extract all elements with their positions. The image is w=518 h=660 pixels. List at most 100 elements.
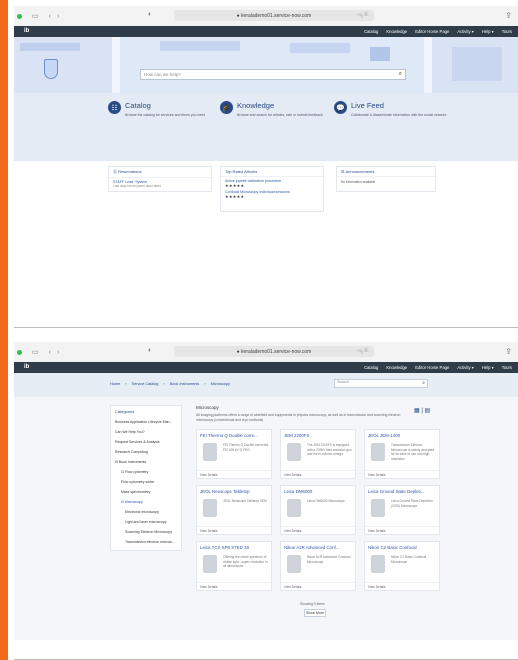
category-item[interactable]: ⊡ Flow cytometry bbox=[111, 467, 181, 477]
catalog-title[interactable]: Catalog bbox=[125, 101, 151, 110]
product-title[interactable]: Nikon A1R Advanced Conf... bbox=[281, 542, 355, 550]
privacy-icon[interactable]: ◐ bbox=[148, 347, 152, 354]
product-description: Transmission Electron Microscope is wide… bbox=[391, 443, 435, 461]
forward-icon[interactable]: › bbox=[57, 13, 59, 20]
catalog-search-input[interactable]: Search ⌕ bbox=[334, 379, 428, 388]
category-item[interactable]: Request Services & Analysis bbox=[111, 437, 181, 447]
search-icon[interactable]: ⌕ bbox=[399, 71, 402, 78]
category-item[interactable]: Research Computing bbox=[111, 447, 181, 457]
product-card[interactable]: Leica TCS SP8 STED 3X Offering the whole… bbox=[196, 541, 272, 591]
show-more-button[interactable]: Show More bbox=[304, 609, 326, 617]
product-image bbox=[371, 499, 385, 517]
breadcrumb-separator: › bbox=[125, 382, 127, 386]
category-item[interactable]: Transmission electron microsc... bbox=[111, 537, 181, 547]
product-card[interactable]: FEI Thermo Q Double corre... FEI Thermo … bbox=[196, 429, 272, 479]
product-card[interactable]: Nikon A1R Advanced Conf... Nikon A1R Adv… bbox=[280, 541, 356, 591]
nav-knowledge[interactable]: Knowledge bbox=[386, 365, 407, 370]
breadcrumb-microscopy[interactable]: Microscopy bbox=[211, 382, 230, 386]
nav-help[interactable]: Help ▾ bbox=[482, 29, 494, 34]
category-item[interactable]: Light and laser microscopy bbox=[111, 517, 181, 527]
url-text: ● keralademo01.service-now.com bbox=[236, 12, 312, 19]
sidebar-toggle-icon[interactable]: ▭ bbox=[32, 349, 39, 356]
nav-activity[interactable]: Activity ▾ bbox=[457, 29, 474, 34]
nav-editor-home[interactable]: Editor Home Page bbox=[415, 29, 449, 34]
search-icon[interactable]: ⌕ bbox=[422, 380, 425, 386]
nav-tours[interactable]: Tours bbox=[502, 29, 512, 34]
window-close-dot[interactable] bbox=[17, 349, 22, 355]
category-item[interactable]: Electronic microscopy bbox=[111, 507, 181, 517]
category-item[interactable]: Can We Help You? bbox=[111, 427, 181, 437]
flask-illustration bbox=[44, 59, 58, 79]
nav-knowledge[interactable]: Knowledge bbox=[386, 29, 407, 34]
nav-editor-home[interactable]: Editor Home Page bbox=[415, 365, 449, 370]
breadcrumb-home[interactable]: Home bbox=[110, 382, 120, 386]
product-title[interactable]: Leica Ground State Depleti... bbox=[365, 486, 439, 494]
product-title[interactable]: Nikon C2 Basic Confocal bbox=[365, 542, 439, 550]
screenshot-divider bbox=[14, 327, 518, 328]
view-details-link[interactable]: View Details bbox=[197, 470, 271, 478]
product-card[interactable]: JEOL Neoscope Tabletop JEOL Neoscope Tab… bbox=[196, 485, 272, 535]
breadcrumb-service-catalog[interactable]: Service Catalog bbox=[132, 382, 159, 386]
hero-illustration-left bbox=[14, 37, 112, 93]
portal-logo[interactable]: ib bbox=[24, 28, 29, 34]
product-card[interactable]: Leica Ground State Depleti... Leica Grou… bbox=[364, 485, 440, 535]
category-item[interactable]: ⊟ Book Instruments bbox=[111, 457, 181, 467]
view-details-link[interactable]: View Details bbox=[365, 470, 439, 478]
forward-icon[interactable]: › bbox=[57, 349, 59, 356]
share-icon[interactable]: ⇪ bbox=[505, 347, 512, 356]
product-description: Leica Ground State Depletion (GSD) Micro… bbox=[391, 499, 433, 508]
product-card[interactable]: Leica DM6000 Leica DM6000 Microscope Vie… bbox=[280, 485, 356, 535]
knowledge-icon: 🎓 bbox=[220, 101, 233, 114]
nav-help[interactable]: Help ▾ bbox=[482, 365, 494, 370]
product-description: Nikon A1R Advanced Confocal Microscope bbox=[307, 555, 351, 564]
nav-activity[interactable]: Activity ▾ bbox=[457, 365, 474, 370]
privacy-icon[interactable]: ◐ bbox=[148, 11, 152, 18]
view-toggle-icon[interactable]: ▦ | ▤ bbox=[414, 407, 430, 414]
view-details-link[interactable]: View Details bbox=[197, 526, 271, 534]
product-title[interactable]: JEOL Neoscope Tabletop bbox=[197, 486, 271, 494]
share-icon[interactable]: ⇪ bbox=[505, 11, 512, 20]
view-details-link[interactable]: View Details bbox=[365, 582, 439, 590]
knowledge-desc: Browse and search for articles, rate or … bbox=[237, 113, 323, 117]
nav-catalog[interactable]: Catalog bbox=[364, 29, 378, 34]
sidebar-toggle-icon[interactable]: ▭ bbox=[32, 13, 39, 20]
product-card[interactable]: Nikon C2 Basic Confocal Nikon C2 Basic C… bbox=[364, 541, 440, 591]
breadcrumb-book-instruments[interactable]: Book Instruments bbox=[170, 382, 200, 386]
back-icon[interactable]: ‹ bbox=[49, 13, 51, 20]
product-title[interactable]: Leica DM6000 bbox=[281, 486, 355, 494]
portal-home-screenshot: ▭ ‹ › ◐ ● keralademo01.service-now.com ৩… bbox=[14, 6, 518, 328]
view-details-link[interactable]: View Details bbox=[281, 470, 355, 478]
hero-illustration-right bbox=[432, 37, 518, 93]
product-card[interactable]: JEM 2200FS The JEM 2200FS is equipped wi… bbox=[280, 429, 356, 479]
view-details-link[interactable]: View Details bbox=[281, 526, 355, 534]
url-bar[interactable]: ● keralademo01.service-now.com ৩ৡ © bbox=[174, 10, 374, 21]
product-title[interactable]: FEI Thermo Q Double corre... bbox=[197, 430, 271, 438]
url-bar[interactable]: ● keralademo01.service-now.com ৩ৡ © bbox=[174, 346, 374, 357]
window-close-dot[interactable] bbox=[17, 13, 22, 19]
left-accent-strip bbox=[0, 0, 8, 660]
knowledge-title[interactable]: Knowledge bbox=[237, 101, 274, 110]
product-card[interactable]: JEOL JEM-1400 Transmission Electron Micr… bbox=[364, 429, 440, 479]
category-item[interactable]: Mass spectrometry bbox=[111, 487, 181, 497]
hero-banner: How can we help? ⌕ bbox=[14, 37, 518, 93]
reservations-widget: Ⓢ Reservations STAFF Lead: System Last d… bbox=[108, 166, 212, 192]
category-item-active[interactable]: ⊟ Microscopy bbox=[111, 497, 181, 507]
category-item[interactable]: Scanning Electron Microscopy bbox=[111, 527, 181, 537]
product-title[interactable]: JEM 2200FS bbox=[281, 430, 355, 438]
announcements-widget: ☰ Announcements No information available bbox=[336, 166, 436, 192]
nav-catalog[interactable]: Catalog bbox=[364, 365, 378, 370]
nav-tours[interactable]: Tours bbox=[502, 365, 512, 370]
product-title[interactable]: JEOL JEM-1400 bbox=[365, 430, 439, 438]
view-details-link[interactable]: View Details bbox=[197, 582, 271, 590]
view-details-link[interactable]: View Details bbox=[365, 526, 439, 534]
live-feed-title[interactable]: Live Feed bbox=[351, 101, 384, 110]
category-item[interactable]: Flow cytometry sorter bbox=[111, 477, 181, 487]
live-feed-icon: 💬 bbox=[334, 101, 347, 114]
product-title[interactable]: Leica TCS SP8 STED 3X bbox=[197, 542, 271, 550]
category-item[interactable]: Business Application Lifecycle Man... bbox=[111, 417, 181, 427]
portal-logo[interactable]: ib bbox=[24, 364, 29, 370]
view-details-link[interactable]: View Details bbox=[281, 582, 355, 590]
breadcrumb-separator: › bbox=[163, 382, 165, 386]
portal-search-input[interactable]: How can we help? ⌕ bbox=[140, 69, 406, 80]
back-icon[interactable]: ‹ bbox=[49, 349, 51, 356]
